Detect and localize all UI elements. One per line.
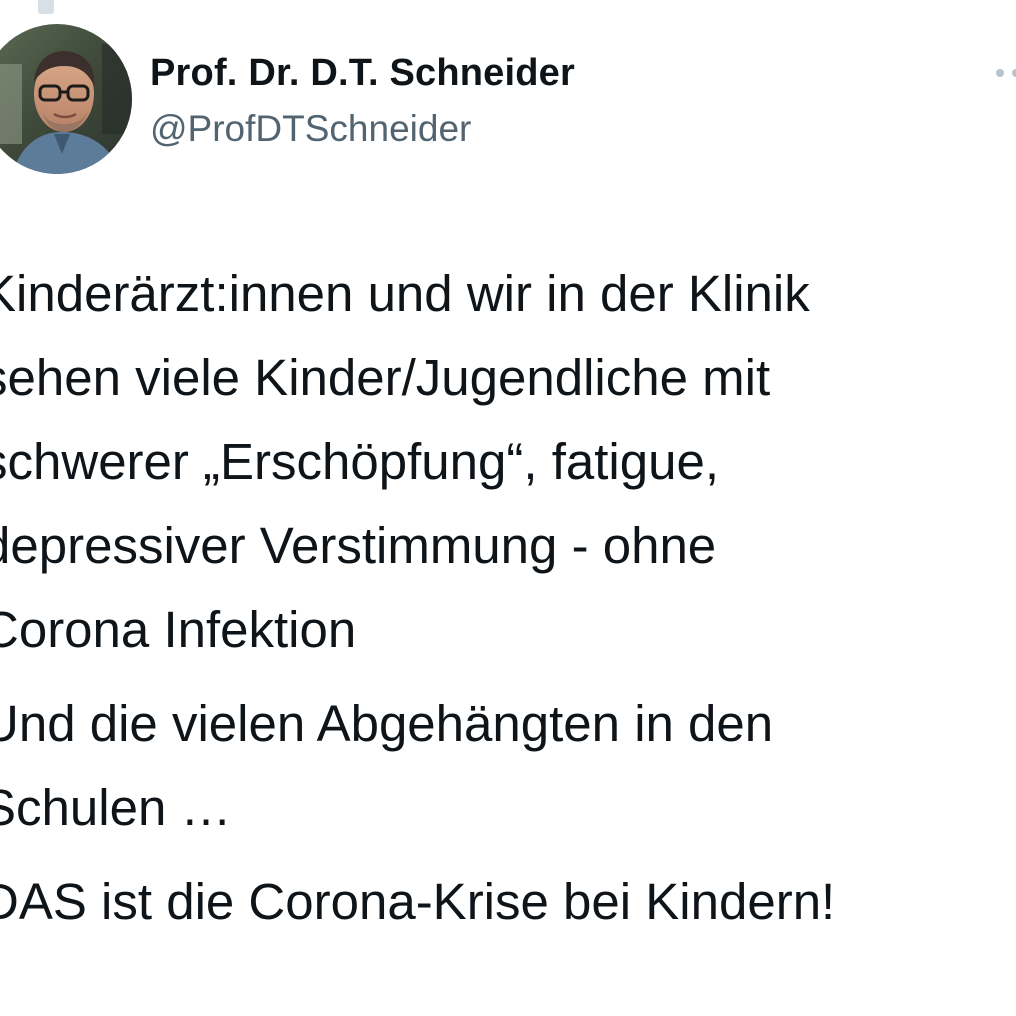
tweet-text-line: Corona Infektion [0,601,357,658]
author-handle[interactable]: @ProfDTSchneider [150,108,471,150]
tweet-text-line: Schulen … [0,779,232,836]
tweet-text-line: schwerer „Erschöpfung“, fatigue, [0,433,720,490]
tweet-paragraph: DAS ist die Corona-Krise bei Kindern! [0,860,1016,944]
tweet-text-line: DAS ist die Corona-Krise bei Kindern! [0,873,836,930]
tweet-text-line: Und die vielen Abgehängten in den [0,695,774,752]
author-display-name[interactable]: Prof. Dr. D.T. Schneider [150,52,575,95]
tweet-paragraph: Kinderärzt:innen und wir in der Klinik s… [0,252,1016,672]
profile-photo-icon [0,24,132,174]
tweet-paragraph: Und die vielen Abgehängten in den Schule… [0,682,1016,850]
top-edge-mark [38,0,54,14]
tweet-text-line: Kinderärzt:innen und wir in der Klinik [0,265,810,322]
tweet-card: Prof. Dr. D.T. Schneider @ProfDTSchneide… [0,0,1016,1016]
avatar[interactable] [0,24,132,174]
tweet-text: Kinderärzt:innen und wir in der Klinik s… [0,252,1016,944]
tweet-text-line: sehen viele Kinder/Jugendliche mit [0,349,771,406]
tweet-text-line: depressiver Verstimmung - ohne [0,517,717,574]
more-dots-icon[interactable] [994,64,1016,82]
